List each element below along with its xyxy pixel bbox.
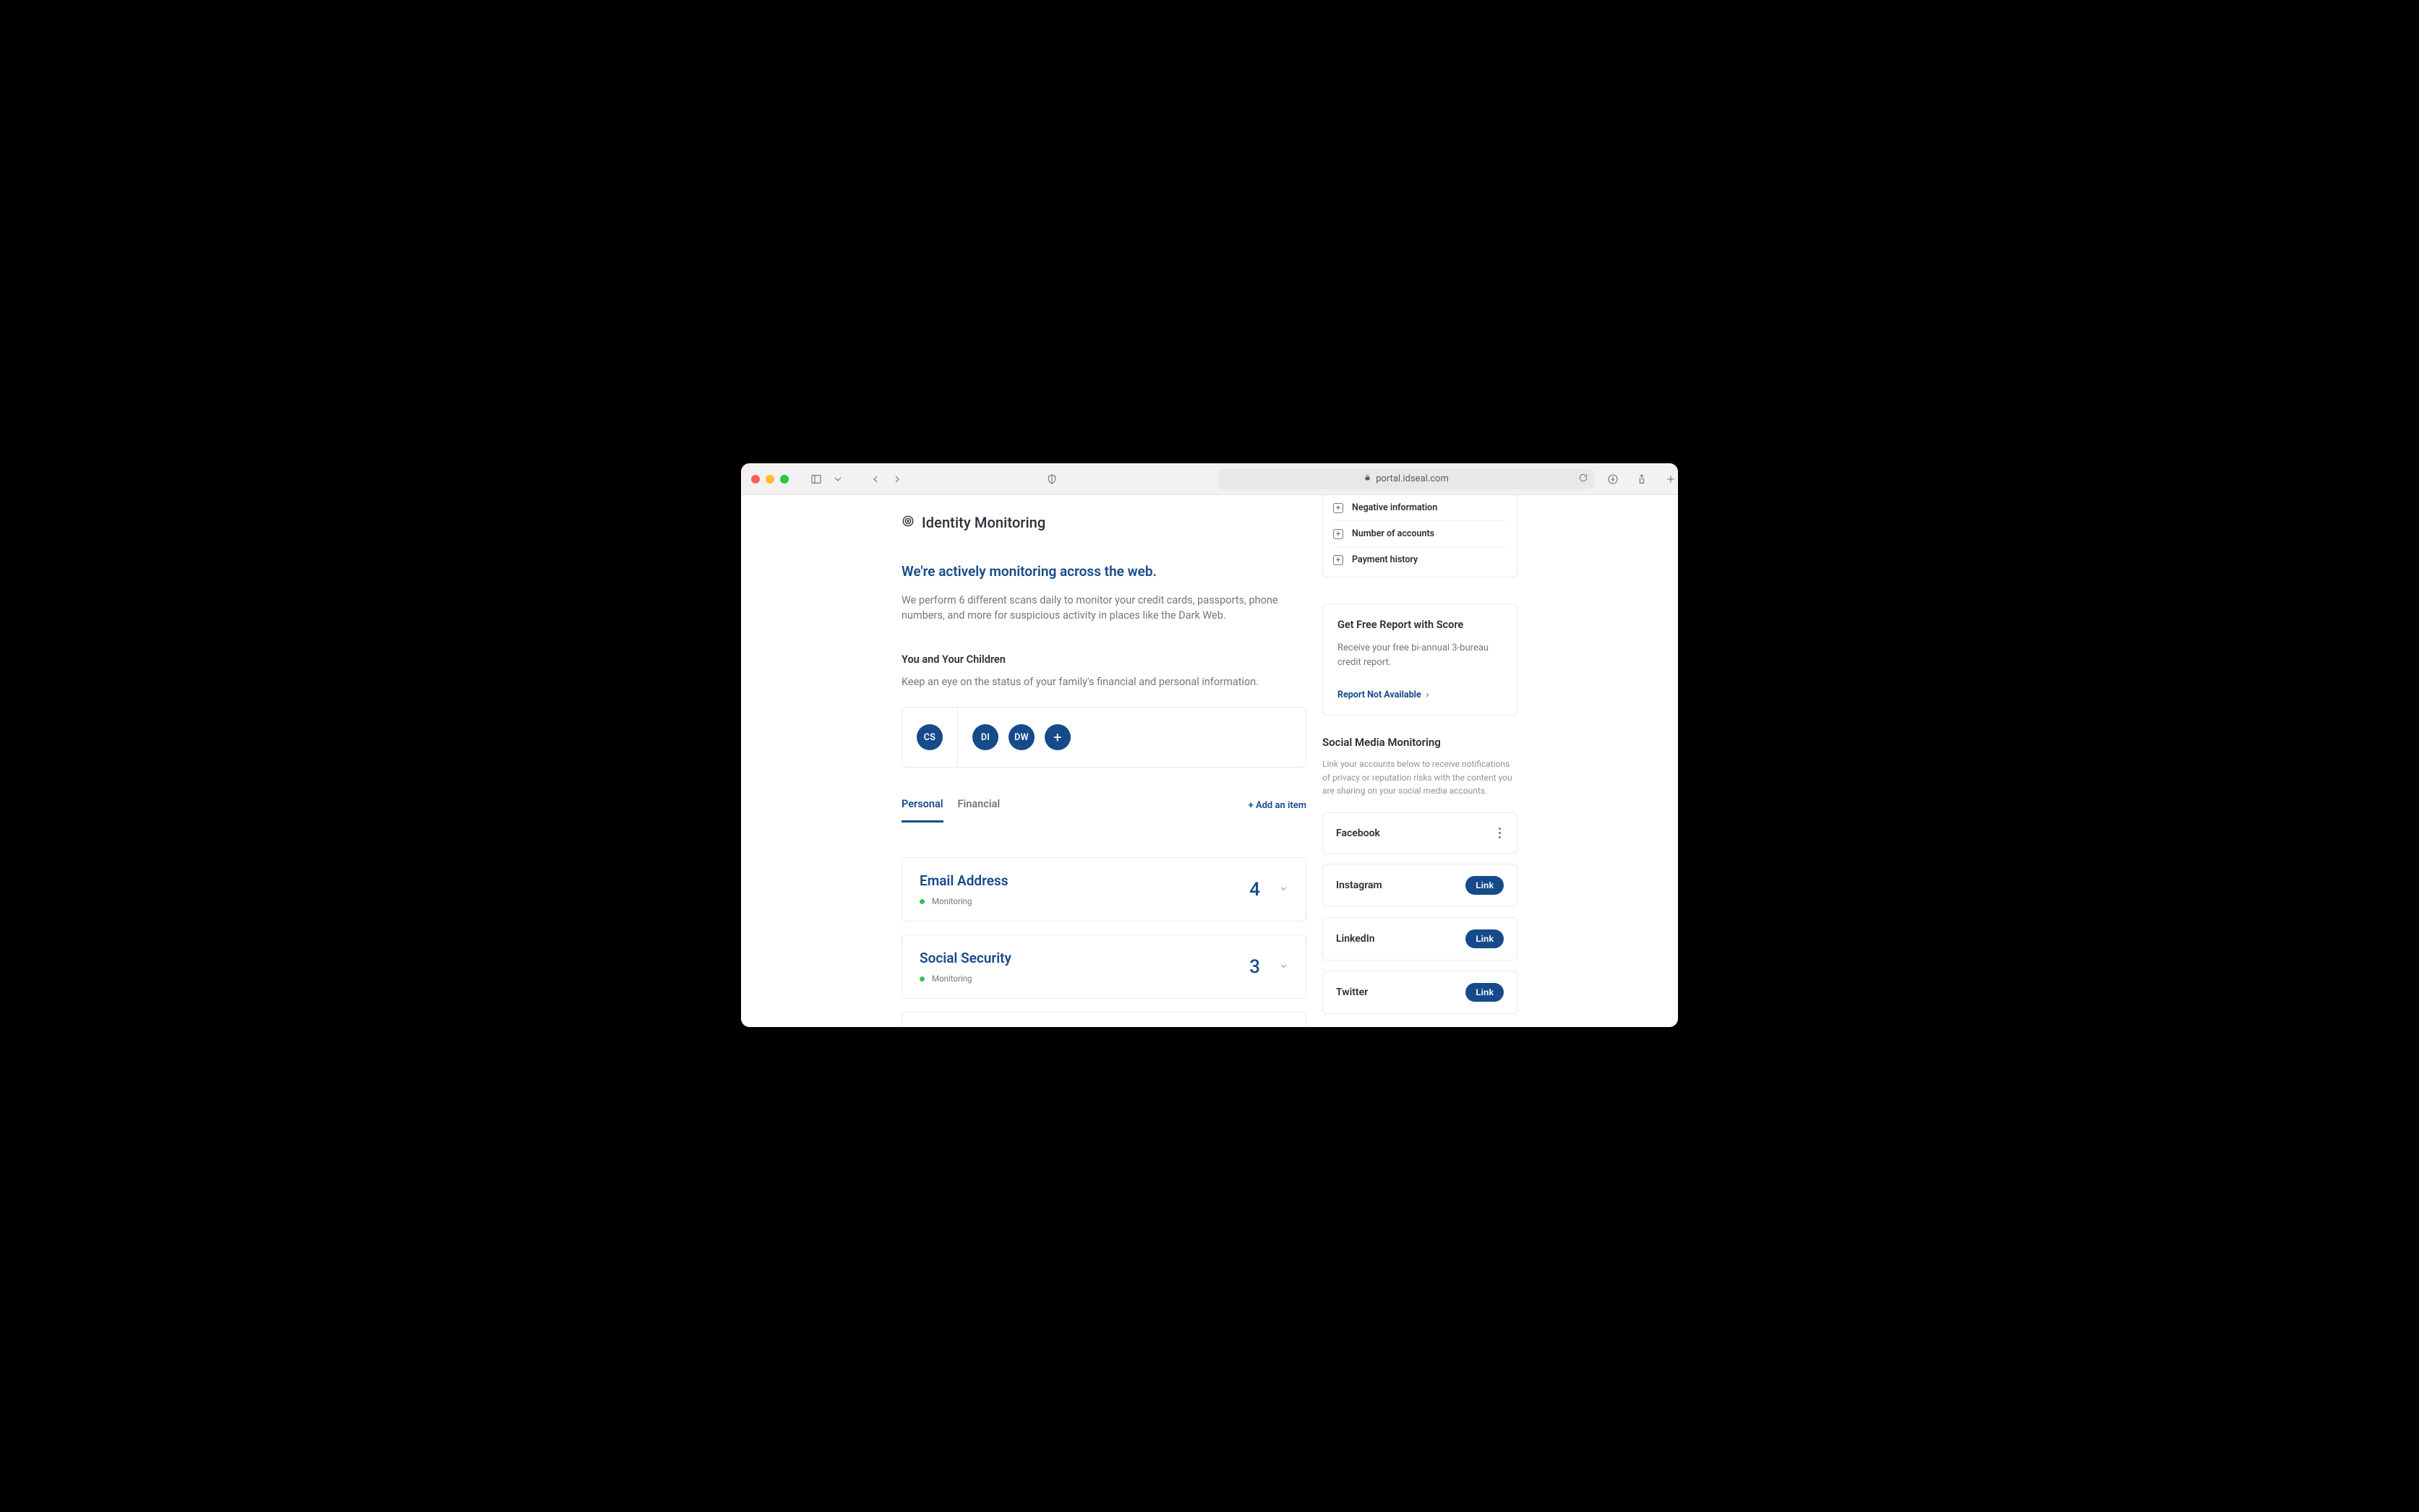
monitoring-item-count: 3: [1249, 956, 1260, 978]
chevron-down-icon: [1279, 960, 1288, 974]
downloads-icon[interactable]: [1603, 469, 1623, 489]
address-bar-url: portal.idseal.com: [1376, 473, 1449, 484]
social-heading: Social Media Monitoring: [1322, 736, 1517, 749]
monitoring-item-count: 4: [1249, 879, 1260, 901]
credit-factors-list: + Negative information + Number of accou…: [1322, 495, 1517, 577]
social-list: Facebook Instagram Link Lin: [1322, 812, 1517, 1015]
report-not-available-link[interactable]: Report Not Available: [1337, 690, 1431, 700]
sidebar-toggle-icon[interactable]: [806, 469, 826, 489]
address-bar[interactable]: portal.idseal.com: [1218, 469, 1594, 489]
free-report-title: Get Free Report with Score: [1337, 619, 1502, 631]
social-card-facebook: Facebook: [1322, 812, 1517, 854]
report-link-label: Report Not Available: [1337, 690, 1421, 700]
back-button[interactable]: [865, 469, 886, 489]
free-report-card: Get Free Report with Score Receive your …: [1322, 603, 1517, 716]
refresh-icon[interactable]: [1578, 473, 1588, 486]
monitoring-item-title: Email Address: [920, 872, 1009, 889]
expand-plus-icon: +: [1333, 555, 1343, 565]
add-person-button[interactable]: +: [1045, 724, 1071, 750]
expand-plus-icon: +: [1333, 503, 1343, 513]
avatar-primary[interactable]: CS: [917, 724, 943, 750]
monitoring-item-status: Monitoring: [932, 896, 972, 906]
family-subtext: Keep an eye on the status of your family…: [902, 676, 1306, 688]
avatar-child[interactable]: DW: [1009, 724, 1035, 750]
social-card-instagram: Instagram Link: [1322, 864, 1517, 907]
avatar-child[interactable]: DI: [972, 724, 998, 750]
social-card-twitter: Twitter Link: [1322, 971, 1517, 1014]
people-card: CS DI DW +: [902, 707, 1306, 768]
lead-subtext: We perform 6 different scans daily to mo…: [902, 593, 1296, 623]
status-dot-icon: [920, 976, 925, 981]
main-content: Identity Monitoring We're actively monit…: [902, 495, 1306, 1027]
people-primary-segment: CS: [902, 708, 958, 767]
social-name: LinkedIn: [1336, 933, 1375, 945]
window-controls: [751, 475, 789, 484]
chevron-down-icon[interactable]: [828, 469, 848, 489]
people-others-segment: DI DW +: [958, 708, 1085, 767]
lead-heading: We're actively monitoring across the web…: [902, 563, 1306, 580]
monitoring-item[interactable]: Phone Monitoring 1: [902, 1012, 1306, 1027]
monitoring-item[interactable]: Email Address Monitoring 4: [902, 857, 1306, 922]
new-tab-icon[interactable]: [1661, 469, 1678, 489]
tab-personal[interactable]: Personal: [902, 798, 943, 822]
credit-factor-row[interactable]: + Negative information: [1333, 495, 1507, 521]
family-heading: You and Your Children: [902, 653, 1306, 666]
social-name: Facebook: [1336, 828, 1380, 839]
page-body: Identity Monitoring We're actively monit…: [741, 495, 1678, 1027]
browser-window: portal.idseal.com: [741, 463, 1678, 1027]
tab-financial[interactable]: Financial: [958, 798, 1001, 822]
lock-icon: [1363, 473, 1371, 484]
social-desc: Link your accounts below to receive noti…: [1322, 757, 1517, 798]
social-name: Twitter: [1336, 987, 1368, 998]
social-name: Instagram: [1336, 880, 1382, 891]
credit-factor-label: Payment history: [1352, 554, 1418, 565]
close-window-button[interactable]: [751, 475, 760, 484]
maximize-window-button[interactable]: [780, 475, 789, 484]
social-card-linkedin: LinkedIn Link: [1322, 917, 1517, 961]
forward-button[interactable]: [887, 469, 907, 489]
link-button[interactable]: Link: [1465, 983, 1504, 1002]
right-rail: + Negative information + Number of accou…: [1322, 495, 1517, 1027]
kebab-menu-icon[interactable]: [1496, 825, 1504, 842]
monitoring-item-list: Email Address Monitoring 4: [902, 857, 1306, 1027]
free-report-body: Receive your free bi-annual 3-bureau cre…: [1337, 641, 1502, 669]
privacy-shield-icon[interactable]: [1046, 469, 1058, 489]
minimize-window-button[interactable]: [766, 475, 774, 484]
chevron-right-icon: [1424, 692, 1431, 698]
target-icon: [902, 515, 915, 531]
chevron-down-icon: [1279, 882, 1288, 896]
credit-factor-label: Number of accounts: [1352, 528, 1434, 539]
expand-plus-icon: +: [1333, 529, 1343, 539]
link-button[interactable]: Link: [1465, 929, 1504, 948]
credit-factor-row[interactable]: + Payment history: [1333, 547, 1507, 572]
link-button[interactable]: Link: [1465, 876, 1504, 895]
browser-titlebar: portal.idseal.com: [741, 463, 1678, 495]
credit-factor-row[interactable]: + Number of accounts: [1333, 521, 1507, 547]
monitoring-item-title: Social Security: [920, 950, 1011, 966]
credit-factor-label: Negative information: [1352, 502, 1437, 513]
monitoring-item-status: Monitoring: [932, 974, 972, 984]
share-icon[interactable]: [1632, 469, 1652, 489]
monitoring-item[interactable]: Social Security Monitoring 3: [902, 935, 1306, 999]
add-item-link[interactable]: + Add an item: [1249, 800, 1306, 821]
page-title: Identity Monitoring: [922, 514, 1045, 531]
status-dot-icon: [920, 899, 925, 904]
